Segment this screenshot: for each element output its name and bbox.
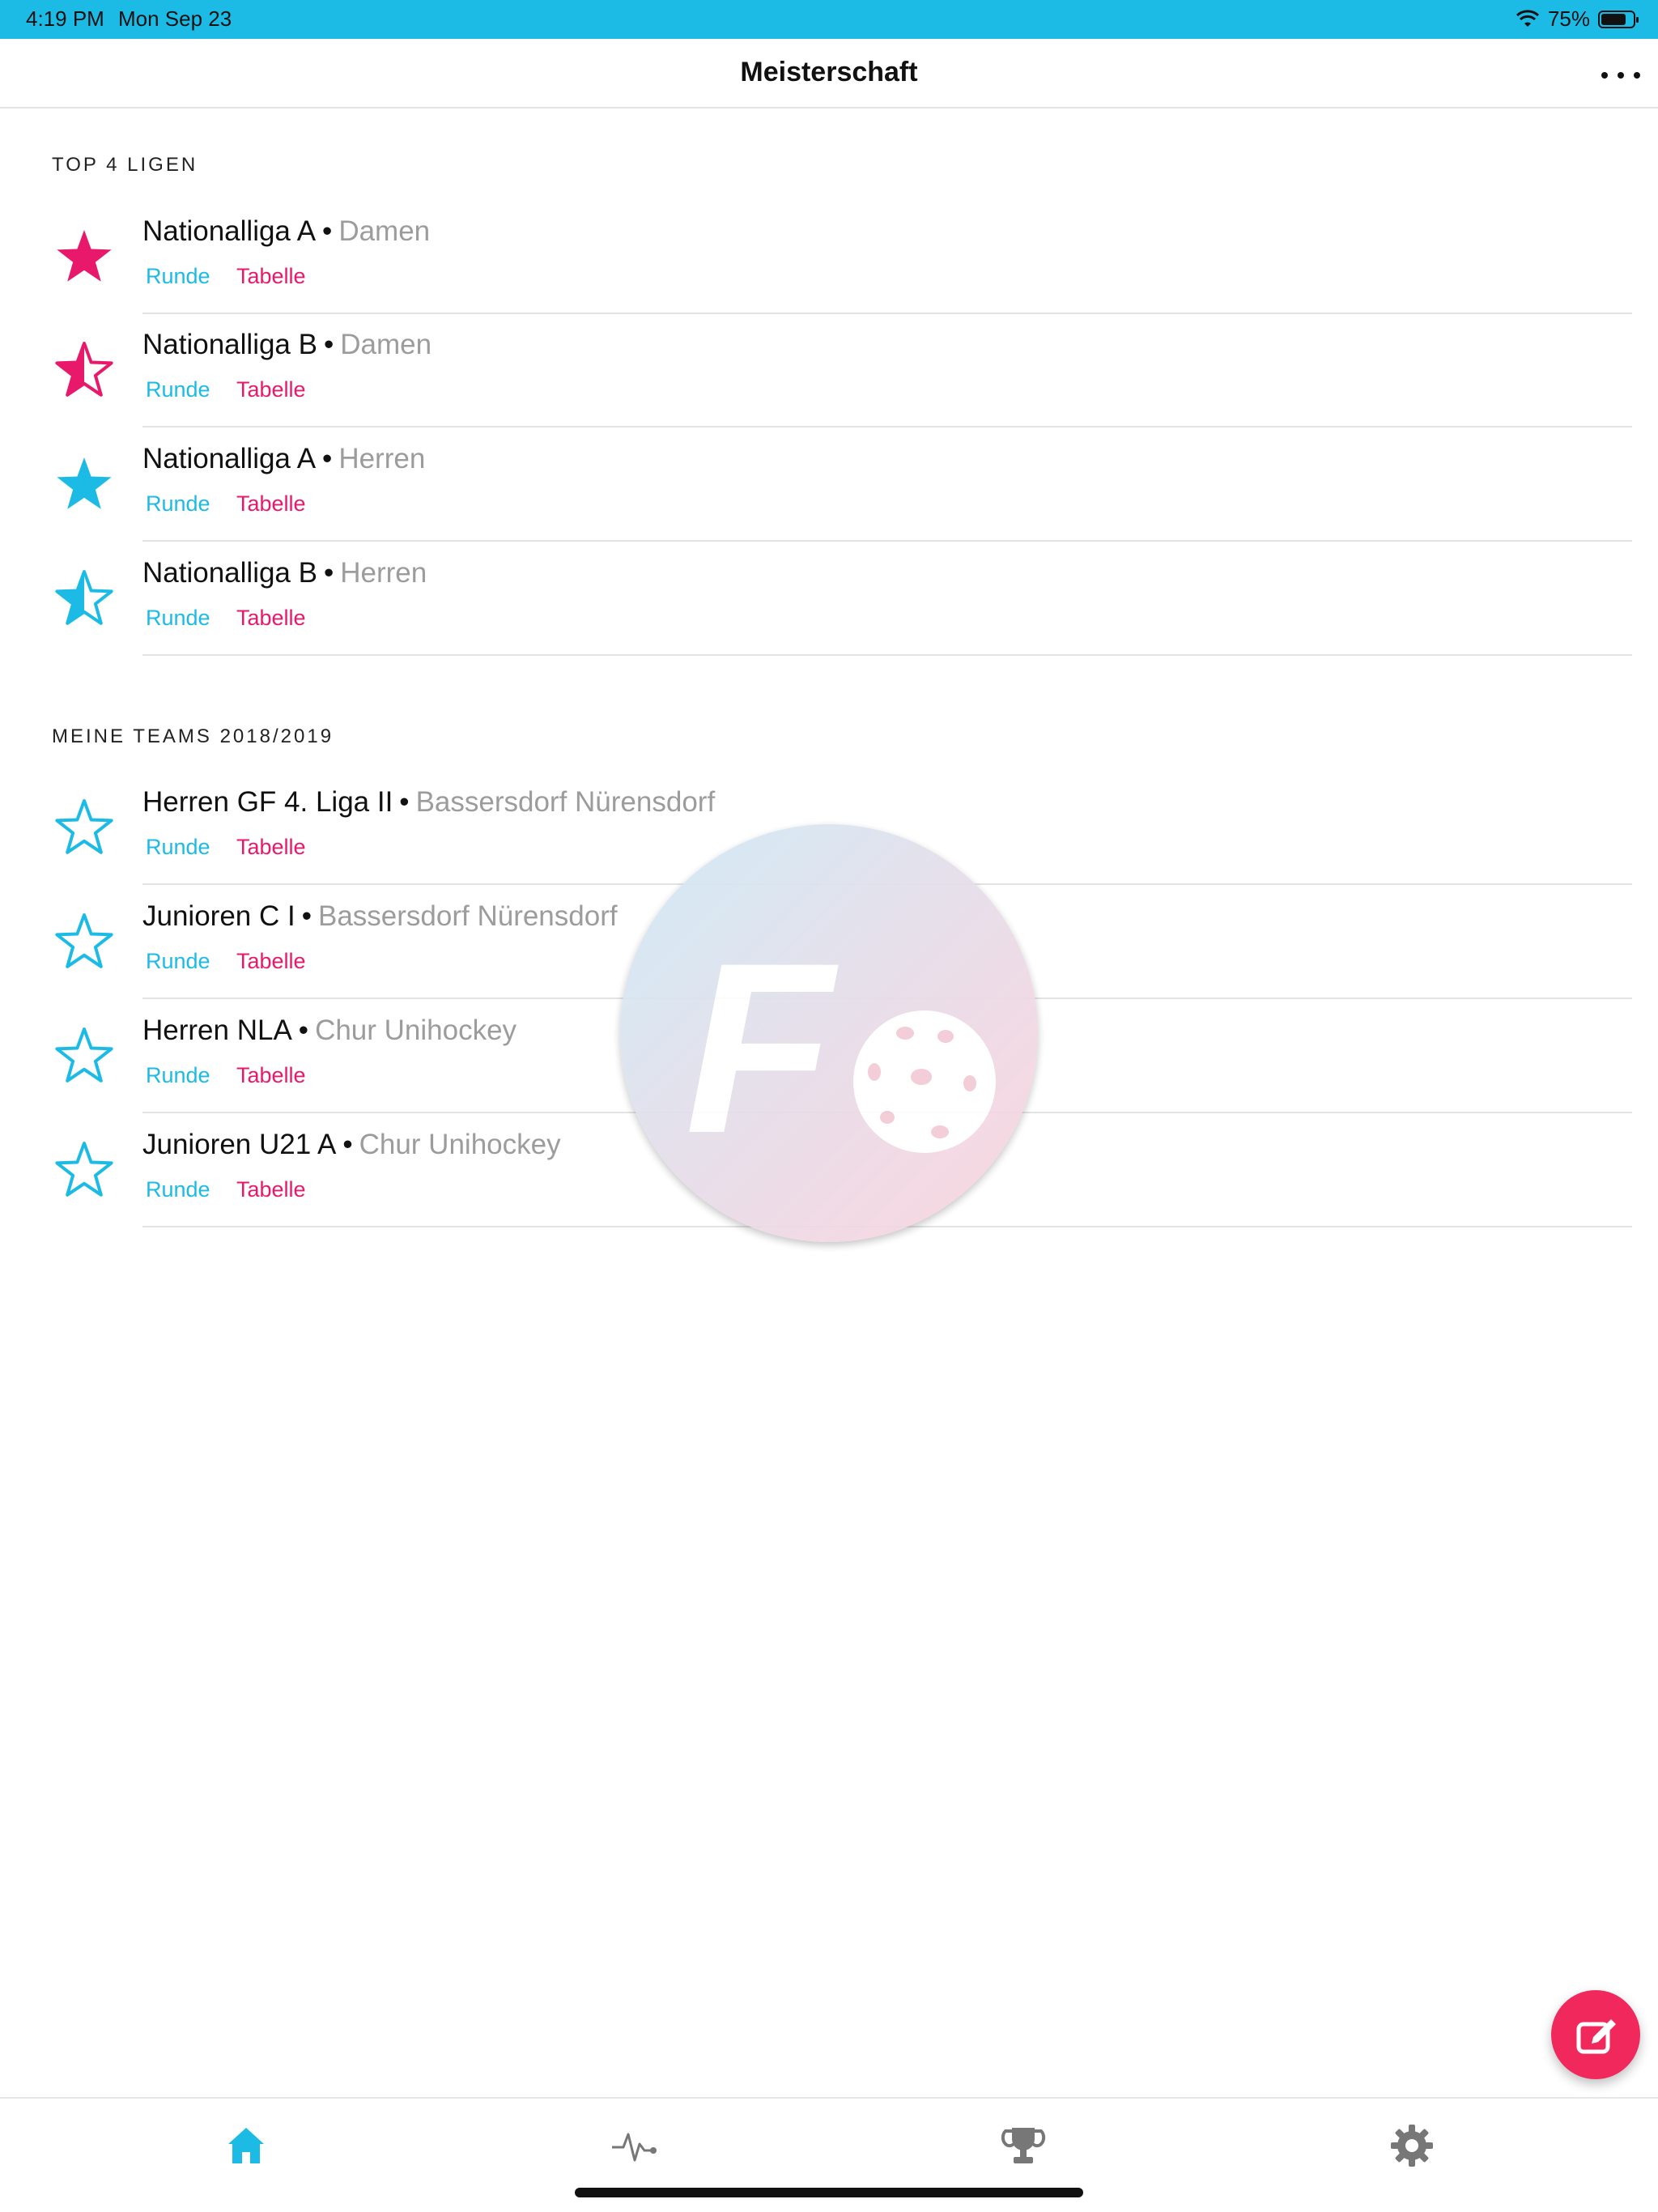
league-row[interactable]: Nationalliga B • Damen Runde Tabelle — [0, 314, 1658, 428]
club-name: Bassersdorf Nürensdorf — [415, 786, 716, 818]
tabelle-link[interactable]: Tabelle — [236, 491, 306, 517]
blue-outline-star-icon[interactable] — [52, 1138, 117, 1203]
trophy-icon — [1001, 2128, 1046, 2163]
runde-link[interactable]: Runde — [146, 606, 210, 631]
gear-icon — [1391, 2125, 1433, 2167]
separator-dot: • — [323, 557, 334, 589]
runde-link[interactable]: Runde — [146, 1063, 210, 1088]
blue-outline-star-icon[interactable] — [52, 910, 117, 975]
tabelle-link[interactable]: Tabelle — [236, 1177, 306, 1202]
more-dot — [1634, 72, 1640, 79]
floorball-logo-icon: F — [685, 912, 996, 1184]
tabelle-link[interactable]: Tabelle — [236, 835, 306, 860]
more-dot — [1601, 72, 1608, 79]
league-gender: Damen — [338, 215, 431, 247]
status-date: Mon Sep 23 — [118, 6, 232, 31]
league-row[interactable]: Nationalliga A • Herren Runde Tabelle — [0, 428, 1658, 542]
runde-link[interactable]: Runde — [146, 377, 210, 402]
blue-filled-star-icon[interactable] — [52, 453, 117, 517]
runde-link[interactable]: Runde — [146, 949, 210, 974]
runde-link[interactable]: Runde — [146, 1177, 210, 1202]
league-name: Nationalliga B — [142, 557, 317, 589]
league-gender: Herren — [338, 443, 426, 474]
tab-trophy[interactable] — [999, 2121, 1048, 2170]
page-title: Meisterschaft — [740, 57, 918, 87]
separator-dot: • — [342, 1129, 353, 1160]
compose-button[interactable] — [1551, 1990, 1640, 2079]
status-time: 4:19 PM — [26, 6, 104, 31]
club-name: Bassersdorf Nürensdorf — [317, 900, 618, 932]
separator-dot: • — [323, 329, 334, 360]
runde-link[interactable]: Runde — [146, 835, 210, 860]
blue-half-star-icon[interactable] — [52, 567, 117, 632]
logo-letter: F — [685, 912, 840, 1184]
status-bar: 4:19 PM Mon Sep 23 75% — [0, 0, 1658, 39]
row-divider — [142, 426, 1632, 428]
battery-percent: 75% — [1547, 6, 1590, 31]
league-name: Nationalliga A — [142, 443, 317, 474]
runde-link[interactable]: Runde — [146, 264, 210, 289]
runde-link[interactable]: Runde — [146, 491, 210, 517]
row-title: Nationalliga B • Herren — [142, 557, 427, 589]
team-name: Herren GF 4. Liga II — [142, 786, 393, 818]
league-gender: Herren — [340, 557, 427, 589]
team-name: Junioren U21 A — [142, 1129, 337, 1160]
home-icon — [228, 2128, 264, 2163]
separator-dot: • — [322, 215, 333, 247]
section-header-top-ligen: TOP 4 LIGEN — [52, 154, 198, 176]
tabelle-link[interactable]: Tabelle — [236, 606, 306, 631]
activity-icon — [612, 2133, 657, 2162]
tabelle-link[interactable]: Tabelle — [236, 377, 306, 402]
status-right: 75% — [1516, 6, 1639, 32]
app-logo-watermark: F — [620, 824, 1038, 1242]
league-name: Nationalliga A — [142, 215, 317, 247]
row-title: Herren GF 4. Liga II • Bassersdorf Nürensd… — [142, 786, 715, 819]
edit-icon — [1576, 2019, 1616, 2054]
club-name: Chur Unihockey — [359, 1129, 561, 1160]
row-divider — [142, 540, 1632, 542]
row-title: Nationalliga A • Damen — [142, 215, 430, 248]
pink-filled-star-icon[interactable] — [52, 225, 117, 290]
row-title: Nationalliga B • Damen — [142, 329, 432, 361]
tabelle-link[interactable]: Tabelle — [236, 264, 306, 289]
tab-home[interactable] — [222, 2121, 270, 2170]
separator-dot: • — [322, 443, 333, 474]
tabelle-link[interactable]: Tabelle — [236, 949, 306, 974]
row-title: Herren NLA • Chur Unihockey — [142, 1015, 517, 1047]
tab-settings[interactable] — [1388, 2121, 1436, 2170]
team-name: Herren NLA — [142, 1015, 292, 1046]
separator-dot: • — [298, 1015, 309, 1046]
more-options-button[interactable] — [1601, 63, 1640, 87]
row-title: Junioren C I • Bassersdorf Nürensdorf — [142, 900, 618, 933]
battery-icon — [1598, 10, 1639, 28]
section-header-meine-teams: MEINE TEAMS 2018/2019 — [52, 725, 334, 747]
league-row[interactable]: Nationalliga A • Damen Runde Tabelle — [0, 201, 1658, 314]
row-divider — [142, 654, 1632, 656]
more-dot — [1618, 72, 1624, 79]
blue-outline-star-icon[interactable] — [52, 796, 117, 861]
club-name: Chur Unihockey — [315, 1015, 517, 1046]
team-name: Junioren C I — [142, 900, 295, 932]
blue-outline-star-icon[interactable] — [52, 1024, 117, 1089]
tab-activity[interactable] — [610, 2121, 659, 2170]
wifi-icon — [1516, 9, 1539, 27]
separator-dot: • — [399, 786, 410, 818]
tabelle-link[interactable]: Tabelle — [236, 1063, 306, 1088]
league-name: Nationalliga B — [142, 329, 317, 360]
nav-bar: Meisterschaft — [0, 39, 1658, 108]
league-row[interactable]: Nationalliga B • Herren Runde Tabelle — [0, 542, 1658, 656]
home-indicator[interactable] — [575, 2188, 1083, 2197]
separator-dot: • — [301, 900, 312, 932]
row-title: Junioren U21 A • Chur Unihockey — [142, 1129, 561, 1161]
pink-half-star-icon[interactable] — [52, 338, 117, 403]
row-title: Nationalliga A • Herren — [142, 443, 425, 475]
league-gender: Damen — [340, 329, 432, 360]
